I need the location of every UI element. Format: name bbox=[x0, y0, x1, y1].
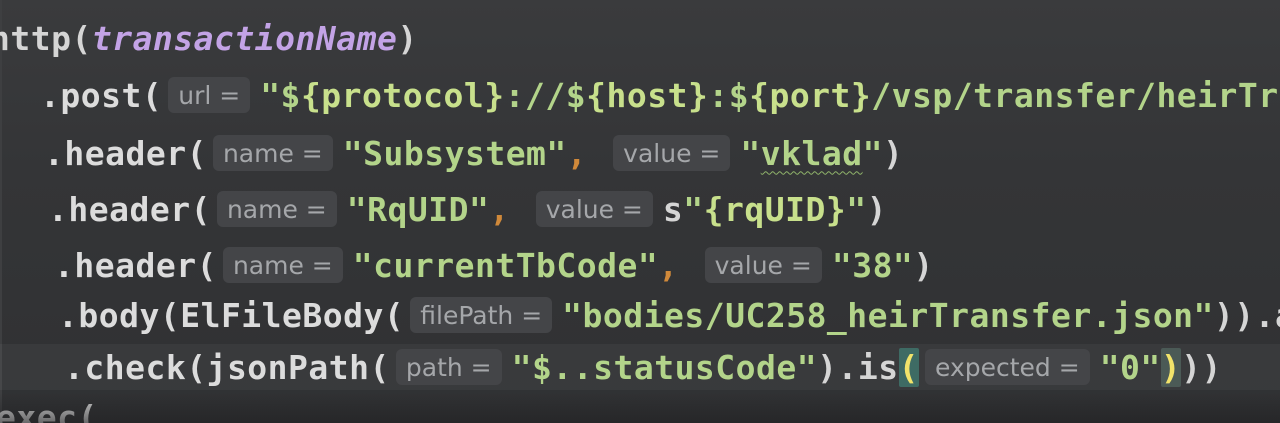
header-value-quote-open: " bbox=[740, 133, 761, 173]
arg-comma: , bbox=[566, 133, 588, 173]
header-method: .header( bbox=[48, 189, 211, 229]
code-editor[interactable]: http( transactionName ) .post( url = "${… bbox=[0, 0, 1280, 423]
name-param-hint: name = bbox=[216, 191, 337, 227]
name-param-hint: name = bbox=[212, 135, 333, 171]
code-line-header-rquid[interactable]: .header( name = "RqUID", value = s " {rqUI… bbox=[48, 186, 887, 232]
filepath-param-hint: filePath = bbox=[410, 297, 553, 333]
code-line-header-tbcode[interactable]: .header( name = "currentTbCode", value =… bbox=[54, 242, 934, 288]
matched-close-paren: ) bbox=[1160, 347, 1182, 387]
name-param-hint: name = bbox=[222, 247, 343, 283]
transaction-name-param: transactionName bbox=[91, 18, 398, 58]
header-value-quote-open: " bbox=[683, 189, 704, 229]
expected-value: "0" bbox=[1099, 347, 1161, 387]
url-path: /vsp/transfer/heirTransfer bbox=[871, 75, 1280, 115]
arg-comma: , bbox=[489, 189, 510, 229]
header-close-paren: ) bbox=[866, 189, 887, 229]
body-close-asjson: )).asJson bbox=[1213, 295, 1280, 335]
code-line-post[interactable]: .post( url = "$ {protocol}://$ {host}:$ {po… bbox=[40, 72, 1280, 118]
post-method: .post( bbox=[40, 75, 163, 115]
header-value-typo-word: vklad bbox=[760, 133, 863, 173]
url-string-part-1: "$ bbox=[260, 75, 301, 115]
check-close-parens: )) bbox=[1181, 347, 1222, 387]
code-line-check-current[interactable]: .check(jsonPath( path = "$..statusCode")… bbox=[0, 344, 1280, 390]
check-method: .check(jsonPath( bbox=[64, 347, 390, 387]
exec-call: exec( bbox=[0, 397, 98, 423]
rquid-interpolation: {rqUID} bbox=[703, 189, 847, 229]
header-method: .header( bbox=[54, 245, 217, 285]
http-call: http( bbox=[0, 18, 92, 58]
json-path-value: "$..statusCode" bbox=[511, 347, 818, 387]
code-line-http[interactable]: http( transactionName ) bbox=[0, 15, 418, 61]
header-close-paren: ) bbox=[913, 245, 934, 285]
url-string-part-2: ://$ bbox=[504, 75, 587, 115]
port-interpolation: {port} bbox=[749, 75, 872, 115]
header-name-value: "Subsystem" bbox=[342, 133, 567, 173]
http-close-paren: ) bbox=[397, 18, 418, 58]
header-method: .header( bbox=[44, 133, 207, 173]
header-close-paren: ) bbox=[882, 133, 904, 173]
header-name-value: "currentTbCode" bbox=[352, 245, 659, 285]
url-param-hint: url = bbox=[168, 77, 251, 113]
header-value-quote-close: " bbox=[862, 133, 883, 173]
body-file-path: "bodies/UC258_heirTransfer.json" bbox=[562, 295, 1214, 335]
code-line-exec[interactable]: exec( bbox=[0, 394, 98, 423]
header-value: "38" bbox=[831, 245, 914, 285]
expected-param-hint: expected = bbox=[925, 349, 1090, 385]
bottom-shadow bbox=[0, 393, 1280, 423]
value-param-hint: value = bbox=[613, 135, 731, 171]
header-value-quote-close: " bbox=[846, 189, 867, 229]
value-param-hint: value = bbox=[704, 247, 822, 283]
protocol-interpolation: {protocol} bbox=[300, 75, 505, 115]
path-param-hint: path = bbox=[395, 349, 502, 385]
url-string-part-3: :$ bbox=[708, 75, 750, 115]
is-method: ).is bbox=[817, 347, 899, 387]
value-param-hint: value = bbox=[535, 191, 653, 227]
arg-comma: , bbox=[658, 245, 679, 285]
code-line-header-subsystem[interactable]: .header( name = "Subsystem", value = " vk… bbox=[44, 130, 903, 176]
string-interpolator-prefix: s bbox=[662, 189, 684, 229]
code-line-body[interactable]: .body(ElFileBody( filePath = "bodies/UC2… bbox=[58, 292, 1280, 338]
body-method: .body(ElFileBody( bbox=[58, 295, 405, 335]
host-interpolation: {host} bbox=[586, 75, 709, 115]
matched-open-paren: ( bbox=[898, 347, 919, 387]
header-name-value: "RqUID" bbox=[346, 189, 490, 229]
